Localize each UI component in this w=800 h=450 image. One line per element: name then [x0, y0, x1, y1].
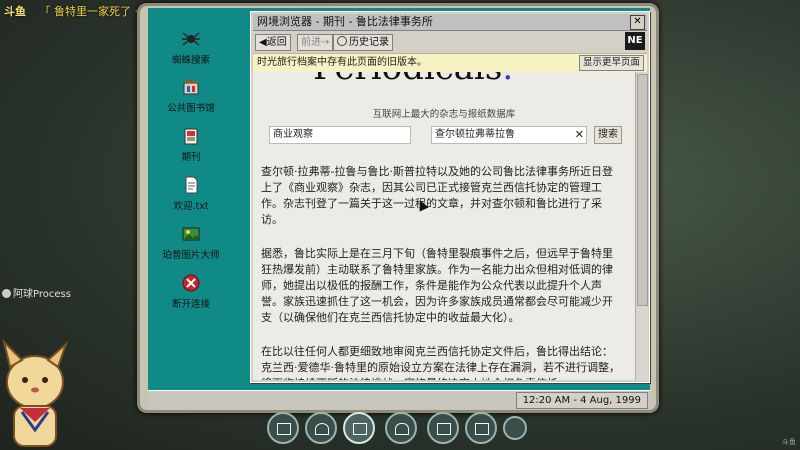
- show-earlier-page-button[interactable]: 显示更早页面: [578, 55, 644, 71]
- article-paragraph-3: 在比以往任何人都更细致地审阅克兰西信托协定文件后，鲁比得出结论：克兰西·爱德华·…: [261, 345, 620, 380]
- desktop-icon-label: 蜘蛛搜索: [171, 55, 210, 66]
- text-file-icon: [180, 174, 202, 196]
- dock-desk-icon[interactable]: [267, 412, 299, 444]
- dock-board-icon[interactable]: [465, 412, 497, 444]
- close-button[interactable]: ✕: [630, 15, 645, 30]
- search-button[interactable]: 搜索: [594, 126, 622, 144]
- dock-grid-icon[interactable]: [427, 412, 459, 444]
- streamer-name: 阿球Process: [2, 285, 71, 300]
- magazine-icon: [180, 125, 202, 147]
- search-query-text: 查尔顿拉弗蒂拉鲁: [435, 129, 515, 140]
- desktop-icon-spider-search[interactable]: 蜘蛛搜索: [156, 28, 226, 66]
- desktop-icon-label: 珀普图片大师: [162, 250, 220, 261]
- disconnect-icon: [180, 272, 202, 294]
- dock-home-icon[interactable]: [385, 412, 417, 444]
- desktop-icon-label: 断开连接: [171, 299, 210, 310]
- window-title-bar[interactable]: 网境浏览器 - 期刊 - 鲁比法律事务所 ✕: [253, 14, 647, 31]
- browser-window: 网境浏览器 - 期刊 - 鲁比法律事务所 ✕ ◀返回 前进→ 历史记录 NE 时…: [250, 11, 650, 383]
- history-icon: [337, 36, 347, 46]
- page-scrollbar[interactable]: [635, 72, 648, 380]
- history-label: 历史记录: [349, 37, 389, 48]
- desktop-icon-welcome-txt[interactable]: 欢迎.txt: [156, 174, 226, 212]
- browser-toolbar: ◀返回 前进→ 历史记录 NE: [253, 32, 647, 52]
- periodicals-masthead: Periodicals.: [313, 72, 513, 88]
- desktop-icon-label: 期刊: [181, 152, 201, 163]
- page-content: Periodicals. 互联网上最大的杂志与报纸数据库 商业观察 查尔顿拉弗蒂…: [253, 72, 635, 380]
- desktop-icon-label: 欢迎.txt: [173, 201, 209, 212]
- desktop-icon-periodicals[interactable]: 期刊: [156, 125, 226, 163]
- dock-computer-icon[interactable]: [343, 412, 375, 444]
- mascot-character-icon: [2, 338, 69, 447]
- search-input-publication[interactable]: 商业观察: [269, 126, 411, 144]
- douyu-logo: 斗鱼: [4, 5, 26, 18]
- archive-notice-text: 时光旅行档案中存有此页面的旧版本。: [257, 57, 427, 68]
- search-input-query[interactable]: 查尔顿拉弗蒂拉鲁 ✕: [431, 126, 587, 144]
- browser-brand-logo: NE: [625, 32, 645, 50]
- taskbar-clock: 12:20 AM - 4 Aug, 1999: [515, 392, 648, 409]
- clear-search-icon[interactable]: ✕: [575, 127, 584, 143]
- tagline: 互联网上最大的杂志与报纸数据库: [372, 109, 516, 120]
- masthead-dot: .: [502, 72, 513, 88]
- archive-notice: 时光旅行档案中存有此页面的旧版本。 显示更早页面: [253, 53, 647, 73]
- game-dock: [265, 410, 535, 446]
- article-paragraph-1: 查尔顿·拉弗蒂-拉鲁与鲁比·斯普拉特以及她的公司鲁比法律事务所近日登上了《商业观…: [261, 165, 613, 226]
- scrollbar-thumb[interactable]: [637, 74, 648, 306]
- spider-icon: [180, 28, 202, 50]
- back-button[interactable]: ◀返回: [255, 34, 291, 51]
- image-viewer-icon: [180, 223, 202, 245]
- dock-settings-icon[interactable]: [503, 416, 527, 440]
- desktop-icon-image-master[interactable]: 珀普图片大师: [156, 223, 226, 261]
- history-button[interactable]: 历史记录: [333, 34, 393, 51]
- window-title: 网境浏览器 - 期刊 - 鲁比法律事务所: [257, 15, 433, 28]
- watermark: 斗鱼: [782, 438, 796, 446]
- forward-button[interactable]: 前进→: [297, 34, 334, 51]
- desktop-icon-public-library[interactable]: 公共图书馆: [156, 76, 226, 114]
- streamer-avatar-icon: [2, 289, 11, 298]
- article-paragraph-2: 据悉，鲁比实际上是在三月下旬（鲁特里裂痕事件之后，但远早于鲁特里狂热爆发前）主动…: [261, 247, 613, 324]
- dock-lamp-icon[interactable]: [305, 412, 337, 444]
- taskbar: 12:20 AM - 4 Aug, 1999: [148, 390, 650, 409]
- library-icon: [180, 76, 202, 98]
- desktop-icon-disconnect[interactable]: 断开连接: [156, 272, 226, 310]
- desktop-icon-label: 公共图书馆: [167, 103, 215, 114]
